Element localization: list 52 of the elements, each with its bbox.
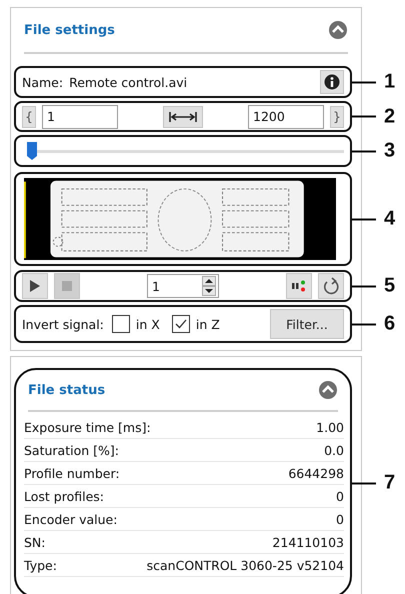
end-field[interactable]: 1200 [248,104,324,128]
status-label: Encoder value: [24,512,118,526]
status-value: 214110103 [272,534,344,550]
range-icon [169,110,197,122]
callout-number: 6 [384,312,396,336]
panel-title: File status [28,382,106,398]
frame-spinbox[interactable]: 1 [147,274,219,298]
previous-button[interactable]: { [22,106,36,128]
callout-number: 7 [384,472,396,494]
status-value: 6644298 [288,466,344,480]
fit-range-button[interactable] [163,106,203,128]
invert-label: Invert signal: [22,316,104,332]
checkbox-label: in X [136,316,160,332]
status-label: Lost profiles: [24,488,104,504]
play-icon [30,280,40,292]
collapse-icon[interactable] [318,380,338,400]
status-label: Profile number: [24,466,120,480]
info-button[interactable] [320,70,344,94]
status-value: 0 [336,512,344,526]
info-icon [324,74,340,90]
callout-number: 2 [384,105,396,128]
callout-number: 5 [384,274,396,298]
status-value: 1.00 [316,420,344,434]
callout-number: 3 [384,140,396,162]
status-value: scanCONTROL 3060-25 v52104 [146,558,344,572]
stop-icon [62,281,72,291]
name-label: Name: [22,74,64,90]
callout-number: 1 [384,70,396,94]
bars-dots-icon [292,280,306,292]
file-name: Remote control.avi [69,74,188,90]
status-label: Exposure time [ms]: [24,420,151,434]
slider-thumb[interactable] [26,141,38,161]
checkbox[interactable] [172,315,190,333]
collapse-icon[interactable] [328,20,348,40]
slider[interactable] [28,141,344,161]
refresh-icon [323,277,339,295]
start-field[interactable]: 1 [42,104,118,128]
status-label: Type: [24,558,57,572]
next-button[interactable]: } [330,106,344,128]
callout-number: 4 [384,208,396,230]
filter-button[interactable]: Filter... [270,309,344,339]
panel-title: File settings [24,22,115,38]
refresh-button[interactable] [318,273,344,299]
play-button[interactable] [22,273,48,299]
status-button[interactable] [286,273,312,299]
checkbox-label: in Z [196,316,220,332]
status-label: Saturation [%]: [24,442,119,458]
spin-arrows-icon[interactable] [202,276,216,296]
status-label: SN: [24,534,46,550]
checkbox[interactable] [112,315,130,333]
status-value: 0 [336,488,344,504]
status-value: 0.0 [324,442,344,458]
